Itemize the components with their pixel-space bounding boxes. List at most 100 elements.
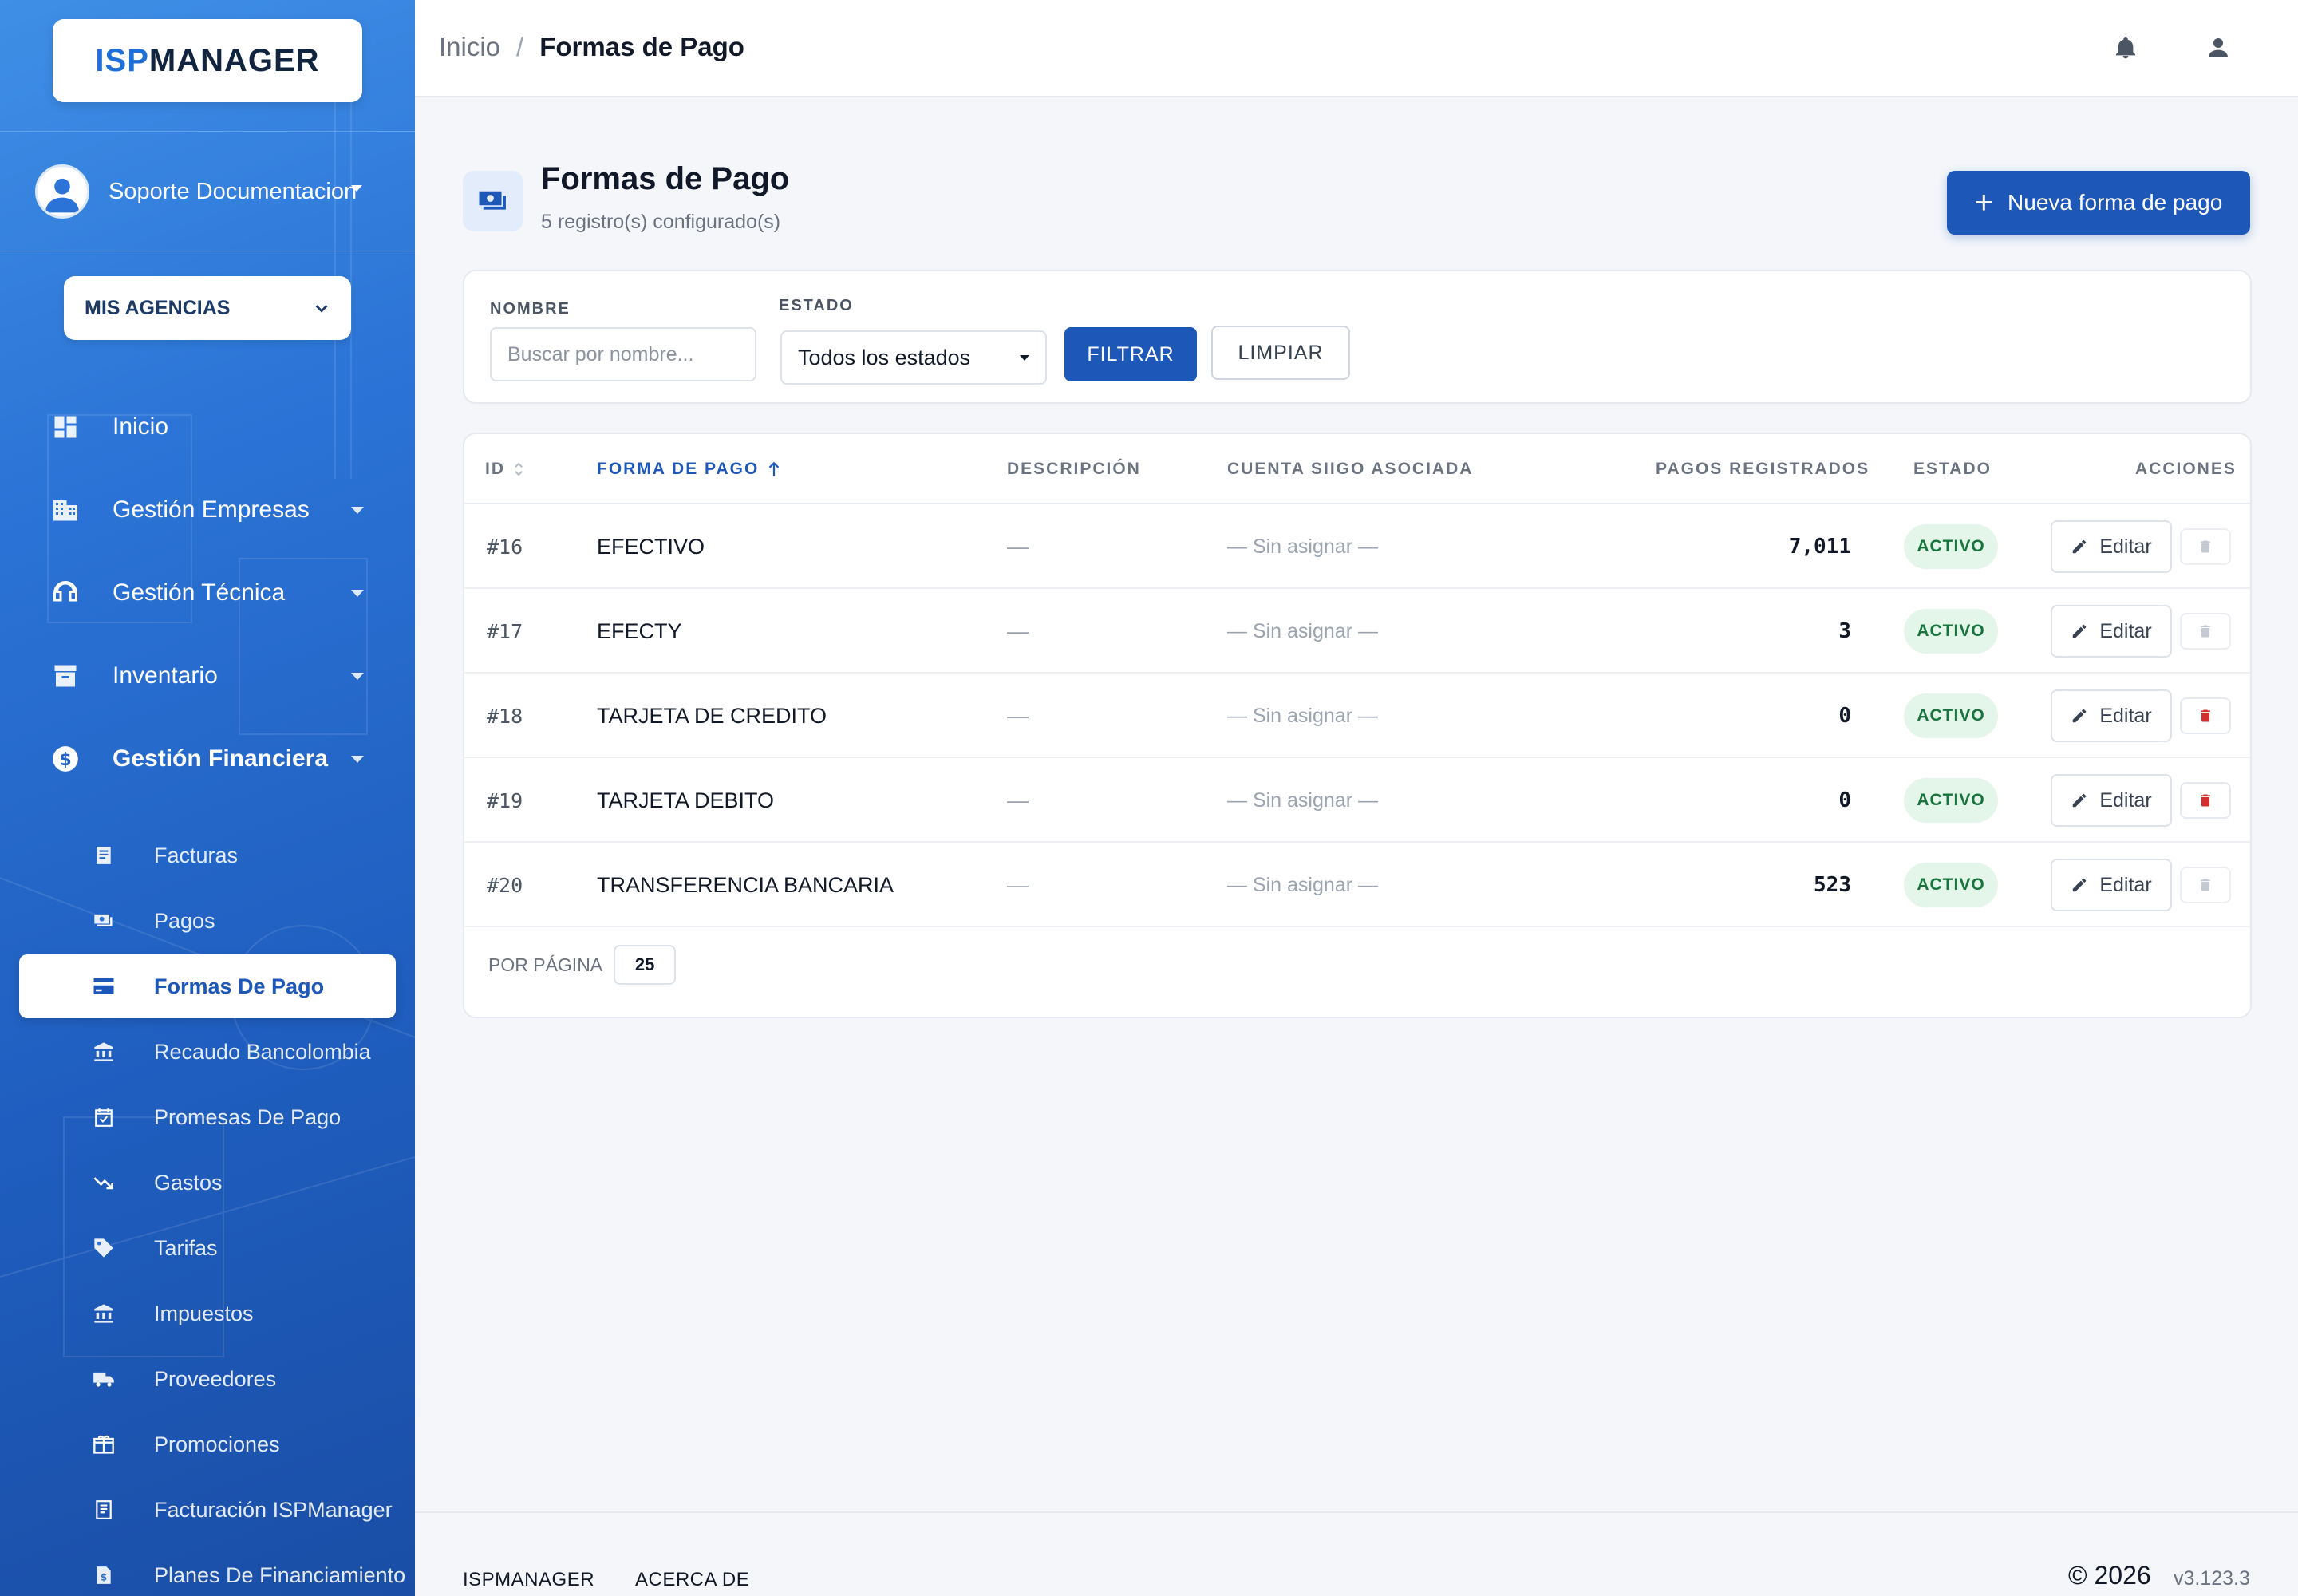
cell-description: —	[1007, 534, 1029, 559]
sub-formas-de-pago[interactable]: Formas De Pago	[19, 954, 396, 1018]
per-page-label: POR PÁGINA	[488, 954, 603, 975]
brand-logo-prefix: ISP	[95, 42, 149, 78]
edit-button[interactable]: Editar	[2051, 774, 2172, 827]
column-header-estado: ESTADO	[1913, 460, 1992, 478]
payments-icon	[463, 171, 523, 231]
sub-proveedores[interactable]: Proveedores	[0, 1350, 415, 1408]
gift-card-icon	[91, 1432, 116, 1457]
sort-ascending-arrow-icon	[769, 461, 780, 476]
pencil-icon	[2071, 876, 2088, 894]
column-header-descripcion: DESCRIPCIÓN	[1007, 460, 1141, 478]
breadcrumb: Inicio / Formas de Pago	[439, 32, 744, 62]
nav-gestion-tecnica[interactable]: Gestión Técnica	[0, 565, 415, 621]
nav-gestion-empresas[interactable]: Gestión Empresas	[0, 482, 415, 538]
bank-icon	[91, 1301, 116, 1326]
sub-tarifas[interactable]: Tarifas	[0, 1219, 415, 1277]
cell-payment-method-name: TRANSFERENCIA BANCARIA	[597, 872, 894, 897]
trash-icon	[2197, 707, 2213, 725]
request-quote-icon: $	[91, 1562, 116, 1588]
table-row: #18 TARJETA DE CREDITO — — Sin asignar — 0 AC…	[464, 674, 2250, 758]
user-name: Soporte Documentacion	[109, 178, 357, 204]
status-select[interactable]: Todos los estados	[780, 330, 1047, 385]
status-badge: ACTIVO	[1904, 778, 1998, 823]
clear-button[interactable]: LIMPIAR	[1211, 326, 1350, 380]
chevron-down-icon	[315, 305, 328, 313]
edit-button[interactable]: Editar	[2051, 859, 2172, 911]
breadcrumb-home-link[interactable]: Inicio	[439, 32, 500, 62]
edit-button-label: Editar	[2099, 873, 2152, 896]
cell-payment-method-name: TARJETA DEBITO	[597, 788, 775, 812]
event-check-icon	[91, 1104, 116, 1130]
edit-button[interactable]: Editar	[2051, 520, 2172, 573]
footer-acerca-de-link[interactable]: ACERCA DE	[635, 1569, 749, 1591]
cell-id: #17	[487, 619, 523, 643]
caret-down-icon	[351, 755, 364, 763]
sub-impuestos-label: Impuestos	[154, 1301, 254, 1325]
user-menu-caret-icon[interactable]	[351, 185, 362, 192]
name-filter-label: NOMBRE	[490, 300, 571, 318]
sub-formas-de-pago-label: Formas De Pago	[154, 974, 325, 998]
footer: ISPMANAGER ACERCA DE © 2026 v3.123.3	[415, 1511, 2298, 1596]
footer-ispmanager-link[interactable]: ISPMANAGER	[463, 1569, 594, 1591]
status-badge: ACTIVO	[1904, 609, 1998, 654]
receipt-icon	[91, 843, 116, 868]
user-menu[interactable]: Soporte Documentacion	[35, 164, 357, 219]
breadcrumb-separator: /	[516, 32, 524, 61]
agency-selector[interactable]: MIS AGENCIAS	[64, 276, 351, 340]
sub-tarifas-label: Tarifas	[154, 1235, 218, 1260]
name-search-input[interactable]	[490, 327, 756, 381]
edit-button-label: Editar	[2099, 704, 2152, 727]
sub-planes-de-financiamiento[interactable]: $ Planes De Financiamiento	[0, 1547, 415, 1596]
brand-logo[interactable]: ISP MANAGER	[53, 19, 362, 102]
column-header-id[interactable]: ID	[485, 460, 524, 479]
sub-facturas[interactable]: Facturas	[0, 827, 415, 884]
cell-description: —	[1007, 788, 1029, 812]
sub-gastos[interactable]: Gastos	[0, 1154, 415, 1211]
status-badge: ACTIVO	[1904, 524, 1998, 569]
sub-impuestos[interactable]: Impuestos	[0, 1285, 415, 1342]
sub-recaudo-bancolombia-label: Recaudo Bancolombia	[154, 1039, 371, 1064]
edit-button[interactable]: Editar	[2051, 605, 2172, 658]
cell-payments-count: 0	[1838, 788, 1851, 812]
sub-pagos[interactable]: Pagos	[0, 892, 415, 950]
status-badge: ACTIVO	[1904, 863, 1998, 907]
sub-promesas-de-pago[interactable]: Promesas De Pago	[0, 1088, 415, 1146]
status-badge: ACTIVO	[1904, 693, 1998, 738]
trending-down-icon	[91, 1170, 116, 1195]
new-payment-method-button[interactable]: + Nueva forma de pago	[1947, 171, 2250, 235]
credit-card-icon	[91, 974, 116, 999]
cell-payments-count: 523	[1814, 873, 1851, 897]
column-header-forma-de-pago[interactable]: FORMA DE PAGO	[597, 460, 781, 479]
bank-icon	[91, 1039, 116, 1065]
table-row: #17 EFECTY — — Sin asignar — 3 ACTIVO Editar	[464, 589, 2250, 674]
nav-inventario[interactable]: Inventario	[0, 648, 415, 704]
nav-gestion-financiera-label: Gestión Financiera	[113, 745, 329, 772]
sub-promociones[interactable]: Promociones	[0, 1416, 415, 1473]
sidebar-divider	[0, 131, 415, 132]
notifications-bell-icon[interactable]	[2110, 32, 2142, 64]
pencil-icon	[2071, 792, 2088, 809]
table-row: #19 TARJETA DEBITO — — Sin asignar — 0 ACTIVO…	[464, 758, 2250, 843]
nav-gestion-financiera[interactable]: $ Gestión Financiera	[0, 731, 415, 787]
trash-icon	[2197, 792, 2213, 809]
edit-button[interactable]: Editar	[2051, 689, 2172, 742]
agency-selector-label: MIS AGENCIAS	[85, 296, 231, 319]
nav-gestion-empresas-label: Gestión Empresas	[113, 496, 310, 523]
avatar	[35, 164, 89, 219]
payments-icon	[91, 908, 116, 934]
sub-facturas-label: Facturas	[154, 843, 239, 867]
sub-recaudo-bancolombia[interactable]: Recaudo Bancolombia	[0, 1023, 415, 1080]
filter-button[interactable]: FILTRAR	[1064, 327, 1197, 381]
delete-button[interactable]	[2180, 782, 2231, 819]
nav-inicio[interactable]: Inicio	[0, 399, 415, 455]
cell-siigo-account: — Sin asignar —	[1227, 788, 1378, 812]
nav-inicio-label: Inicio	[113, 413, 169, 440]
delete-button	[2180, 613, 2231, 650]
sub-facturacion-ispmanager[interactable]: Facturación ISPManager	[0, 1481, 415, 1539]
delete-button[interactable]	[2180, 697, 2231, 734]
topbar: Inicio / Formas de Pago	[415, 0, 2298, 97]
cell-id: #20	[487, 873, 523, 897]
per-page-select[interactable]: 25	[614, 945, 677, 985]
user-account-icon[interactable]	[2202, 32, 2234, 64]
table-header: ID FORMA DE PAGO DESCRIPCIÓN CUENTA SIIG…	[464, 434, 2250, 504]
